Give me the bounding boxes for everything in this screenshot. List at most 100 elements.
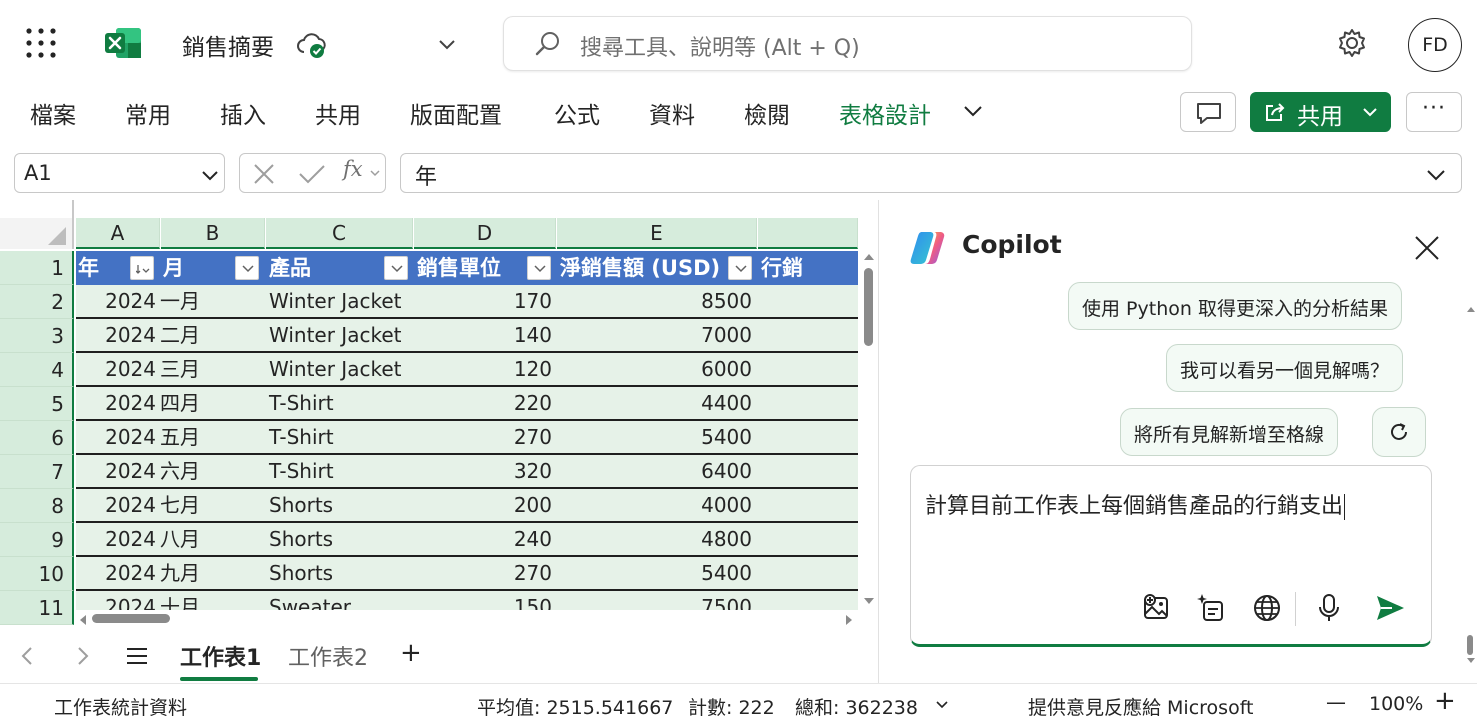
table-row[interactable]: 2024 九月 Shorts 270 5400: [76, 557, 858, 591]
cell-product[interactable]: T-Shirt: [269, 455, 334, 487]
cell-year[interactable]: 2024: [76, 557, 156, 589]
cell-units[interactable]: 170: [414, 285, 552, 317]
table-row[interactable]: 2024 五月 T-Shirt 270 5400: [76, 421, 858, 455]
table-row[interactable]: 2024 三月 Winter Jacket 120 6000: [76, 353, 858, 387]
vertical-scrollbar[interactable]: [860, 250, 878, 610]
copilot-composer[interactable]: 計算目前工作表上每個銷售產品的行銷支出: [910, 465, 1432, 647]
suggestion-add-all-insights[interactable]: 將所有見解新增至格線: [1120, 408, 1339, 456]
cell-year[interactable]: 2024: [76, 523, 156, 555]
cell-units[interactable]: 120: [414, 353, 552, 385]
cell-units[interactable]: 200: [414, 489, 552, 521]
header-cell-product[interactable]: 產品: [269, 251, 311, 285]
tab-file[interactable]: 檔案: [30, 96, 76, 130]
cell-product[interactable]: T-Shirt: [269, 387, 334, 419]
cell-net-sales[interactable]: 5400: [556, 557, 752, 589]
chevron-down-icon[interactable]: [962, 100, 984, 122]
cell-month[interactable]: 五月: [160, 421, 200, 453]
tab-insert[interactable]: 插入: [220, 96, 266, 130]
chevron-left-icon[interactable]: [20, 646, 34, 666]
web-globe-icon[interactable]: [1251, 592, 1283, 624]
composer-input[interactable]: 計算目前工作表上每個銷售產品的行銷支出: [925, 488, 1346, 520]
cell-net-sales[interactable]: 6400: [556, 455, 752, 487]
scroll-down-arrow-icon[interactable]: [863, 596, 875, 606]
chevron-down-icon[interactable]: [935, 700, 949, 710]
table-row[interactable]: 2024 七月 Shorts 200 4000: [76, 489, 858, 523]
cell-year[interactable]: 2024: [76, 387, 156, 419]
cell-product[interactable]: Shorts: [269, 557, 333, 589]
chevron-down-icon[interactable]: [1426, 166, 1446, 184]
cell-net-sales[interactable]: 4400: [556, 387, 752, 419]
column-header-f[interactable]: [758, 218, 858, 249]
header-cell-marketing[interactable]: 行銷: [761, 251, 803, 285]
cell-net-sales[interactable]: 7000: [556, 319, 752, 351]
row-header[interactable]: 9: [0, 523, 74, 557]
chevron-down-icon[interactable]: [370, 169, 380, 177]
cell-year[interactable]: 2024: [76, 285, 156, 317]
add-sheet-button[interactable]: +: [400, 638, 422, 668]
cell-month[interactable]: 八月: [160, 523, 200, 555]
cell-year[interactable]: 2024: [76, 353, 156, 385]
cancel-icon[interactable]: [252, 163, 276, 185]
filter-dropdown-net-sales[interactable]: [728, 256, 752, 280]
scroll-up-arrow-icon[interactable]: [1466, 305, 1476, 313]
zoom-out-button[interactable]: —: [1326, 690, 1346, 714]
share-button[interactable]: 共用: [1250, 92, 1391, 132]
cell-month[interactable]: 六月: [160, 455, 200, 487]
scroll-down-arrow-icon[interactable]: [1466, 657, 1476, 665]
cell-year[interactable]: 2024: [76, 489, 156, 521]
cell-year[interactable]: 2024: [76, 319, 156, 351]
cell-units[interactable]: 140: [414, 319, 552, 351]
tab-data[interactable]: 資料: [649, 96, 695, 130]
select-all-corner[interactable]: [0, 218, 74, 249]
tab-page-layout[interactable]: 版面配置: [410, 96, 502, 130]
header-cell-year[interactable]: 年: [78, 251, 99, 285]
column-header-a[interactable]: A: [76, 218, 160, 249]
tab-table-design[interactable]: 表格設計: [839, 96, 931, 130]
filter-dropdown-units[interactable]: [527, 256, 551, 280]
more-options-button[interactable]: ···: [1406, 92, 1462, 132]
cell-product[interactable]: Winter Jacket: [269, 353, 401, 385]
copilot-scrollbar[interactable]: [1466, 305, 1476, 665]
sheet-tab-1[interactable]: 工作表1: [180, 640, 261, 672]
suggestion-another-insight[interactable]: 我可以看另一個見解嗎？: [1166, 344, 1404, 392]
filter-dropdown-month[interactable]: [235, 256, 259, 280]
row-header[interactable]: 1: [0, 251, 74, 285]
row-header[interactable]: 7: [0, 455, 74, 489]
cell-product[interactable]: Shorts: [269, 523, 333, 555]
column-header-b[interactable]: B: [161, 218, 265, 249]
tab-share[interactable]: 共用: [315, 96, 361, 130]
row-header[interactable]: 5: [0, 387, 74, 421]
feedback-link[interactable]: 提供意見反應給 Microsoft: [1028, 693, 1254, 720]
filter-dropdown-year[interactable]: [130, 256, 154, 280]
cell-product[interactable]: Winter Jacket: [269, 285, 401, 317]
table-row[interactable]: 2024 八月 Shorts 240 4800: [76, 523, 858, 557]
close-icon[interactable]: [1413, 234, 1441, 262]
all-sheets-menu-icon[interactable]: [125, 646, 149, 666]
prompts-sparkle-icon[interactable]: [1196, 592, 1228, 624]
cell-net-sales[interactable]: 4800: [556, 523, 752, 555]
cloud-synced-icon[interactable]: [296, 30, 328, 60]
tab-review[interactable]: 檢閱: [744, 96, 790, 130]
cell-month[interactable]: 三月: [160, 353, 200, 385]
cell-product[interactable]: Shorts: [269, 489, 333, 521]
send-icon[interactable]: [1374, 592, 1406, 624]
confirm-icon[interactable]: [298, 163, 326, 185]
tab-home[interactable]: 常用: [125, 96, 171, 130]
scroll-thumb[interactable]: [864, 268, 873, 346]
cell-units[interactable]: 240: [414, 523, 552, 555]
cell-net-sales[interactable]: 5400: [556, 421, 752, 453]
comments-button[interactable]: [1180, 92, 1236, 132]
scroll-right-arrow-icon[interactable]: [844, 614, 854, 626]
cell-month[interactable]: 二月: [160, 319, 200, 351]
cell-units[interactable]: 270: [414, 421, 552, 453]
tab-formulas[interactable]: 公式: [554, 96, 600, 130]
cell-month[interactable]: 七月: [160, 489, 200, 521]
cell-year[interactable]: 2024: [76, 455, 156, 487]
table-row[interactable]: 2024 四月 T-Shirt 220 4400: [76, 387, 858, 421]
row-header[interactable]: 11: [0, 591, 74, 625]
cell-net-sales[interactable]: 4000: [556, 489, 752, 521]
scroll-thumb[interactable]: [1467, 635, 1473, 655]
worksheet-grid[interactable]: A B C D E 1 2 3 4 5 6 7 8 9 10 11 年 月 產品…: [0, 200, 878, 630]
chevron-down-icon[interactable]: [437, 34, 457, 54]
search-box[interactable]: 搜尋工具、說明等 (Alt + Q): [503, 16, 1192, 71]
